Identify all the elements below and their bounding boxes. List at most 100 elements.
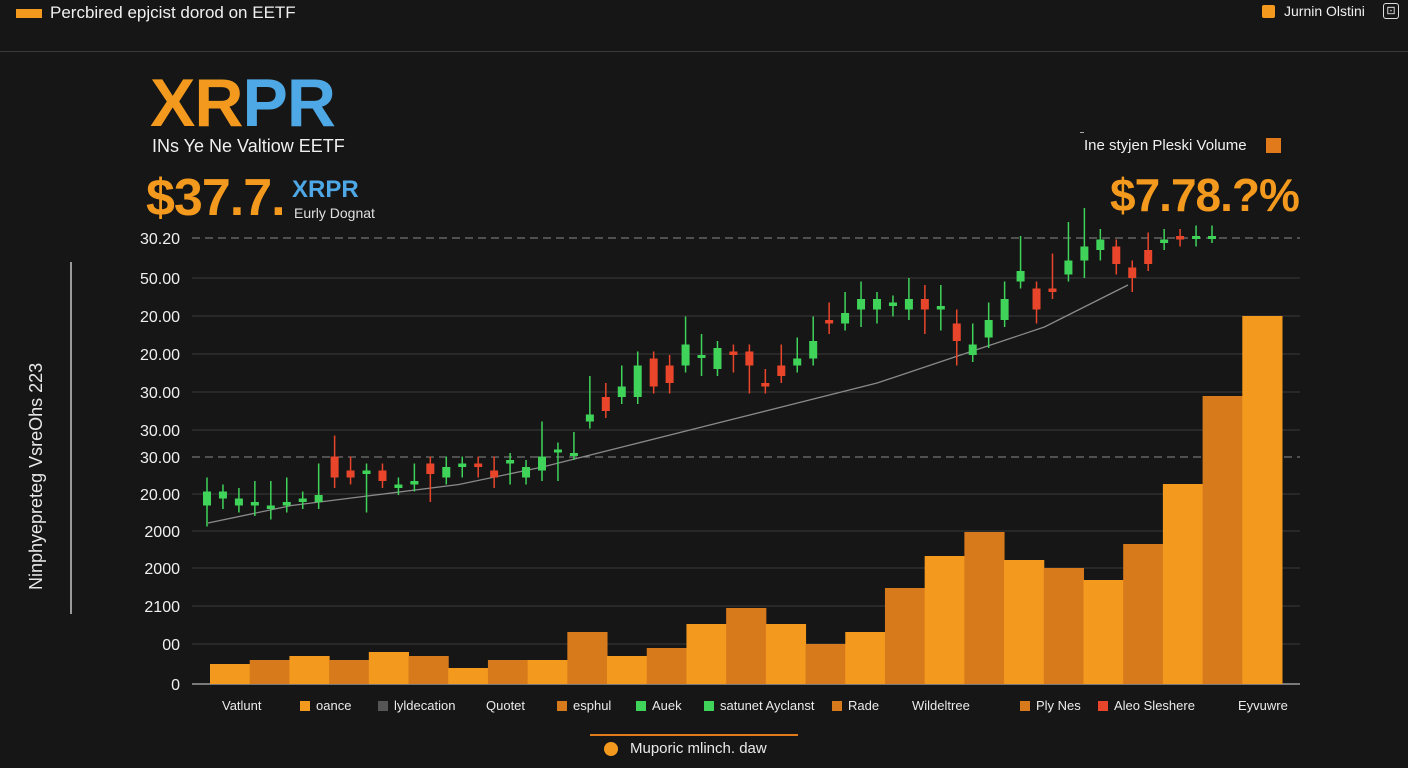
legend-label: lyldecation xyxy=(394,698,456,713)
volume-bar xyxy=(607,656,648,684)
volume-bar xyxy=(408,656,449,684)
legend-label: Vatlunt xyxy=(222,698,262,713)
y-tick-label: 50.00 xyxy=(140,271,180,288)
candle-body xyxy=(474,463,483,467)
volume-bar xyxy=(964,532,1005,684)
candle-body xyxy=(410,481,419,485)
candle-body xyxy=(538,456,546,471)
legend-label: Eyvuwre xyxy=(1238,698,1288,713)
candle-body xyxy=(569,453,578,456)
candle-body xyxy=(729,351,738,355)
candle-body xyxy=(601,397,610,411)
candle-body xyxy=(633,365,642,397)
volume-bar xyxy=(1083,580,1124,684)
candle-body xyxy=(442,467,451,478)
candle-body xyxy=(298,498,307,502)
volume-bar xyxy=(527,660,568,684)
y-tick-label: 2000 xyxy=(144,561,180,578)
candle-body xyxy=(793,358,802,366)
candle-body xyxy=(1048,288,1057,292)
candle-body xyxy=(1160,239,1169,243)
legend-item[interactable]: Eyvuwre xyxy=(1238,698,1288,713)
candle-body xyxy=(984,320,993,338)
candle-body xyxy=(234,498,243,506)
volume-bar xyxy=(1242,316,1283,684)
candle-body xyxy=(888,302,897,306)
volume-bar xyxy=(646,648,687,684)
volume-bar xyxy=(1123,544,1164,684)
volume-bar xyxy=(448,668,489,684)
candle-body xyxy=(1176,236,1185,240)
candle-body xyxy=(1112,246,1121,264)
candle-body xyxy=(1080,246,1089,261)
candle-body xyxy=(936,306,945,310)
volume-bar xyxy=(845,632,886,684)
candle-body xyxy=(346,470,355,478)
legend-item[interactable]: Aleo Sleshere xyxy=(1098,698,1195,713)
legend-item[interactable]: oance xyxy=(300,698,351,713)
candle-body xyxy=(1144,250,1153,264)
candle-body xyxy=(506,460,515,464)
candle-body xyxy=(1208,236,1216,239)
candle-body xyxy=(952,323,961,341)
legend-label: oance xyxy=(316,698,352,713)
candle-body xyxy=(266,505,275,509)
candle-body xyxy=(649,358,658,387)
candle-body xyxy=(873,299,881,310)
candle-body xyxy=(585,414,594,422)
legend-swatch xyxy=(1098,700,1108,711)
legend-label: Aleo Sleshere xyxy=(1114,698,1195,713)
legend-swatch xyxy=(300,700,310,711)
candle-body xyxy=(617,386,626,397)
candle-body xyxy=(904,299,913,310)
y-tick-label: 00 xyxy=(162,637,180,654)
volume-bar xyxy=(1004,560,1045,684)
candle-body xyxy=(1016,271,1025,282)
footer-line xyxy=(590,734,798,736)
legend-label: esphul xyxy=(573,698,612,713)
candlestick-chart: 30.20 50.00 20.00 20.00 30.00 30.00 30.00 20.00… xyxy=(140,208,1300,694)
legend-item[interactable]: Quotet xyxy=(486,698,525,713)
candle-body xyxy=(713,348,722,369)
legend-item[interactable]: lyldecation xyxy=(378,698,455,713)
volume-bar xyxy=(329,660,370,684)
candle-body xyxy=(330,456,339,478)
volume-bar xyxy=(884,588,926,684)
candle-body xyxy=(809,341,818,359)
volume-bar xyxy=(210,664,251,684)
legend-item[interactable]: Auek xyxy=(636,698,682,713)
legend-item[interactable]: satunet Ayclanst xyxy=(704,698,814,713)
candle-body xyxy=(250,502,259,506)
legend-item[interactable]: Vatlunt xyxy=(222,698,262,713)
candle-body xyxy=(218,491,227,499)
legend-label: Auek xyxy=(652,698,682,713)
legend-item[interactable]: esphul xyxy=(557,698,611,713)
legend-label: Wildeltree xyxy=(912,698,970,713)
legend-swatch xyxy=(1020,700,1030,711)
legend-item[interactable]: Rade xyxy=(832,698,879,713)
candle-body xyxy=(1096,239,1105,250)
candle-body xyxy=(681,344,690,366)
legend-swatch xyxy=(704,700,714,711)
footer-label: Muporic mlinch. daw xyxy=(630,740,767,757)
y-tick-label: 30.00 xyxy=(140,385,180,402)
candle-body xyxy=(203,491,211,506)
volume-bar xyxy=(924,556,965,684)
candle-body xyxy=(426,463,435,474)
footer-dot xyxy=(604,742,618,756)
legend-label: Ply Nes xyxy=(1036,698,1081,713)
candle-body xyxy=(458,463,467,467)
legend-item[interactable]: Wildeltree xyxy=(912,698,970,713)
y-tick-label: 30.00 xyxy=(140,423,180,440)
y-tick-label: 2000 xyxy=(144,524,180,541)
legend-swatch xyxy=(557,700,567,711)
volume-bar xyxy=(289,656,330,684)
y-tick-label: 30.20 xyxy=(140,231,180,248)
legend-item[interactable]: Ply Nes xyxy=(1020,698,1081,713)
candle-body xyxy=(314,495,323,502)
volume-bar xyxy=(1043,568,1084,684)
y-tick-label: 0 xyxy=(171,677,180,694)
candle-body xyxy=(282,502,291,506)
candle-body xyxy=(362,470,371,474)
volume-bar xyxy=(765,624,807,684)
